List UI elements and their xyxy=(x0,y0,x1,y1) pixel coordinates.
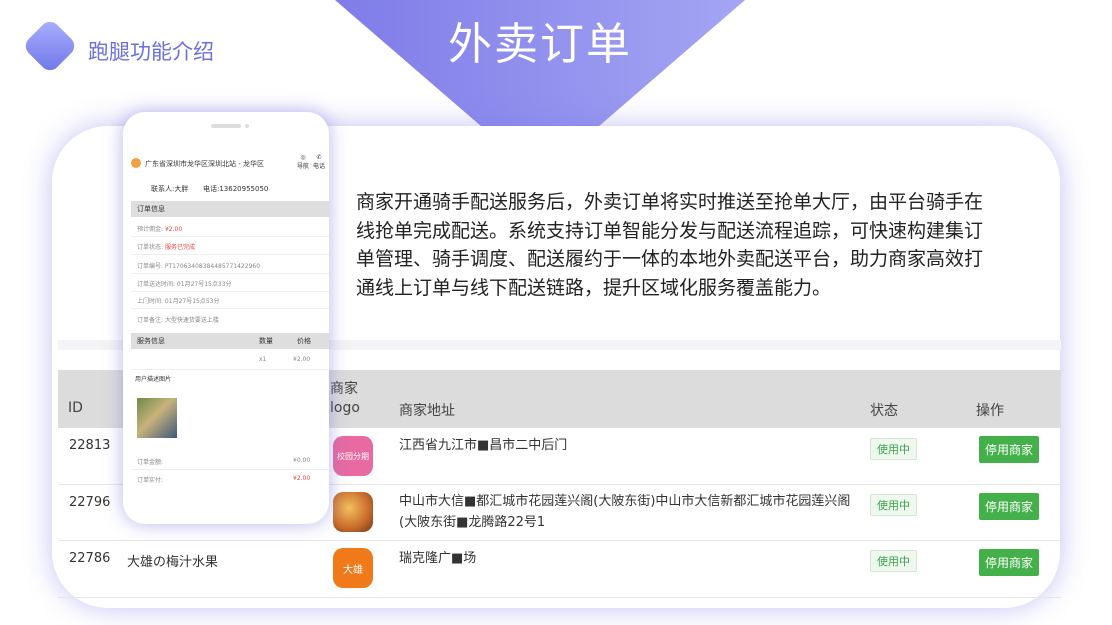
disable-merchant-button[interactable]: 停用商家 xyxy=(979,493,1040,520)
col-id: ID xyxy=(68,400,83,416)
row-id: 22796 xyxy=(69,495,111,510)
row-id: 22813 xyxy=(69,438,111,453)
merchant-address: 江西省九江市■昌市二中后门 xyxy=(399,438,568,453)
status-badge: 使用中 xyxy=(870,494,917,516)
feature-description: 商家开通骑手配送服务后，外卖订单将实时推送至抢单大厅，由平台骑手在线抢单完成配送… xyxy=(356,191,984,299)
col-logo-line1: 商家 xyxy=(330,381,358,397)
row-id: 22786 xyxy=(69,551,111,566)
section-title: 跑腿功能介绍 xyxy=(88,40,214,64)
paid-value: ¥2.00 xyxy=(293,475,311,482)
order-number-row: 订单编号: PT17063408384485771422960 xyxy=(137,263,261,270)
merchant-address: 中山市大信■都汇城市花园莲兴阁(大陂东街)中山市大信新都汇城市花园莲兴阁(大陂东… xyxy=(399,494,851,530)
disable-merchant-button[interactable]: 停用商家 xyxy=(979,549,1040,576)
call-button[interactable]: ✆ 电话 xyxy=(313,154,325,170)
status-badge: 使用中 xyxy=(870,550,917,572)
phone-camera xyxy=(245,124,249,128)
merchant-name: 大雄の梅汁水果 xyxy=(127,555,219,570)
status-badge: 使用中 xyxy=(870,438,917,460)
disable-merchant-button[interactable]: 停用商家 xyxy=(979,436,1040,463)
service-price: ¥2.00 xyxy=(293,356,311,363)
col-status: 状态 xyxy=(870,403,898,419)
paid-label: 订单实付: xyxy=(137,477,164,484)
banner-title: 外卖订单 xyxy=(448,19,632,70)
order-address: 广东省深圳市龙华区深圳北站 - 龙华区 ◎ 导航 ✆ 电话 xyxy=(131,154,325,180)
merchant-address: 瑞克隆广■场 xyxy=(399,551,477,566)
section-diamond-icon xyxy=(21,17,79,75)
merchant-logo: 大雄 xyxy=(333,548,373,588)
location-pin-icon xyxy=(131,158,141,168)
service-info-title: 服务信息 数量 价格 xyxy=(131,333,329,349)
row-divider xyxy=(58,597,1061,598)
user-photo[interactable] xyxy=(137,398,177,438)
phone-speaker xyxy=(211,124,241,128)
order-amount-value: ¥0.00 xyxy=(293,457,311,464)
col-logo-line2: logo xyxy=(330,400,360,416)
remark-row: 订单备注: 大型快速货要送上楼 xyxy=(137,317,219,324)
order-status-row: 订单状态: 服务已完成 xyxy=(137,244,195,251)
order-info-title: 订单信息 xyxy=(131,201,329,217)
delivery-time-row: 订单送达时间: 01月27号15点33分 xyxy=(137,281,232,288)
navigate-button[interactable]: ◎ 导航 xyxy=(297,154,309,170)
col-action: 操作 xyxy=(976,403,1004,419)
photos-label: 用户描述图片 xyxy=(135,376,172,383)
contact-phone: 电话:13620955050 xyxy=(203,185,269,193)
merchant-logo xyxy=(333,492,373,532)
order-amount-label: 订单金额: xyxy=(137,459,164,466)
row-divider xyxy=(58,540,1061,541)
service-qty: x1 xyxy=(259,356,267,363)
contact-name: 联系人:大胖 xyxy=(151,185,189,193)
col-address: 商家地址 xyxy=(399,403,455,419)
phone-mockup: 广东省深圳市龙华区深圳北站 - 龙华区 ◎ 导航 ✆ 电话 联系人:大胖 电话:13… xyxy=(123,112,329,524)
commission-row: 预计佣金: ¥2.00 xyxy=(137,226,183,233)
pickup-time-row: 上门时间: 01月27号15点53分 xyxy=(137,298,220,305)
merchant-logo: 校园分期 xyxy=(333,436,373,476)
